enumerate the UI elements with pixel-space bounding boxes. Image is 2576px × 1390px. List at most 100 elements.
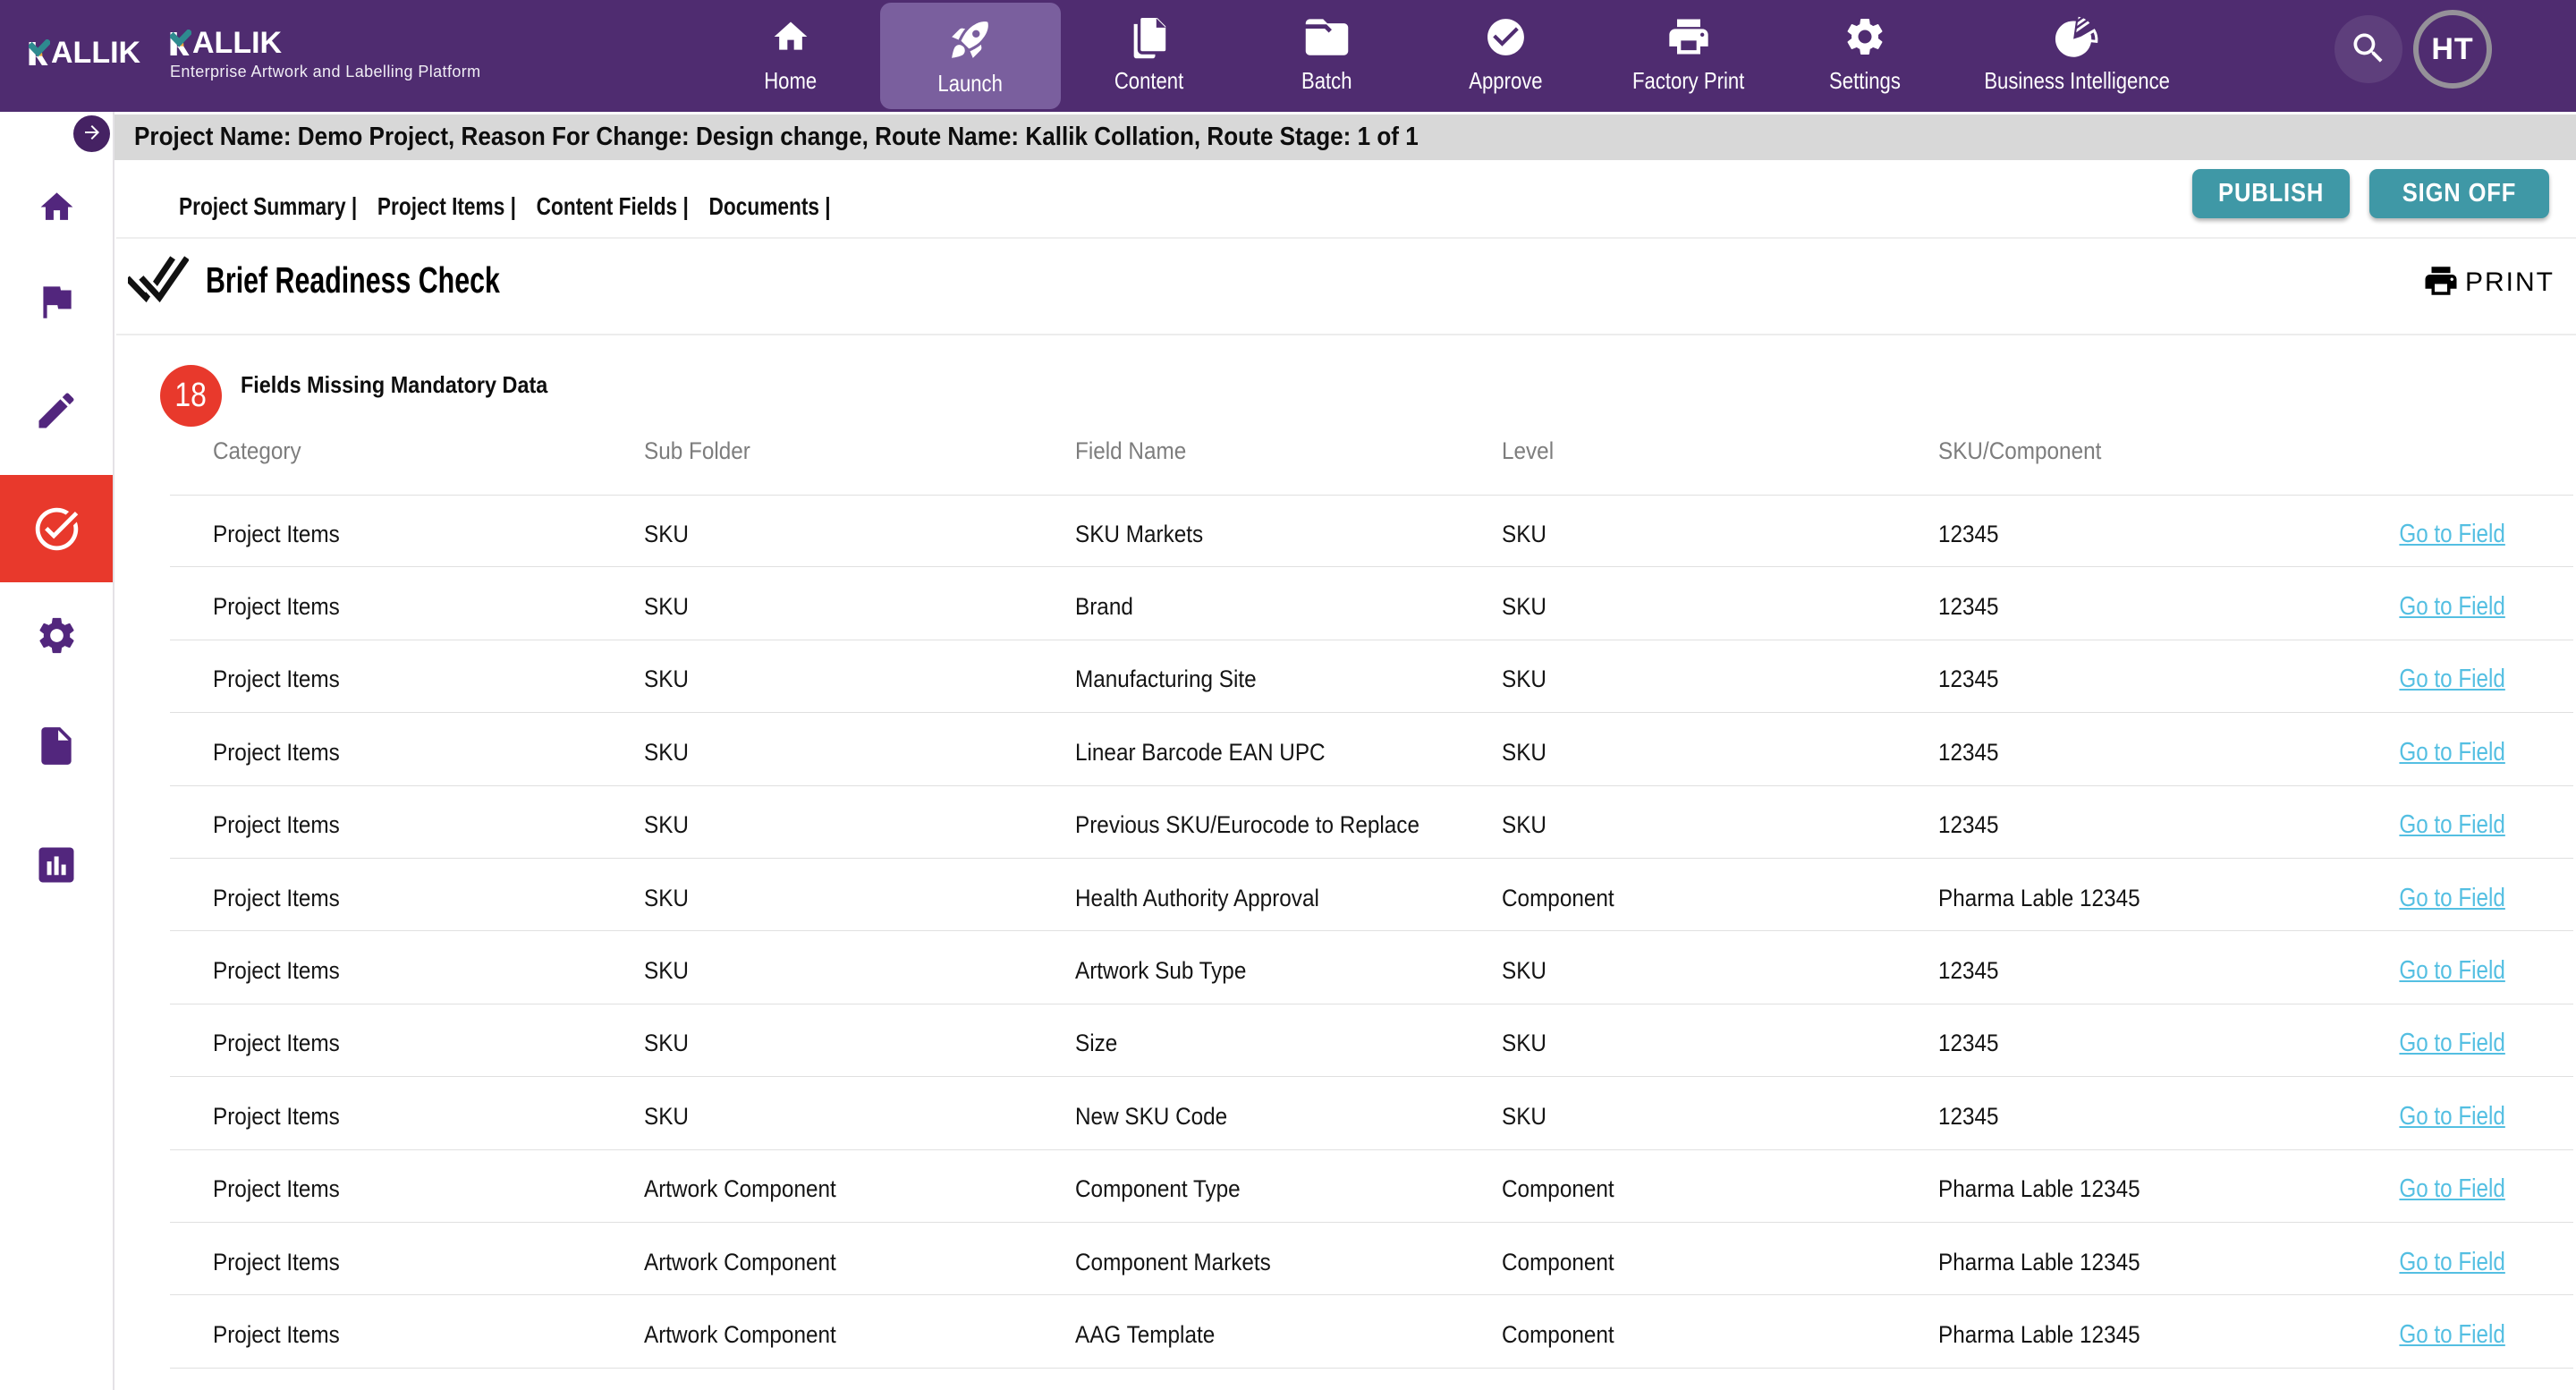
column-header-category: Category bbox=[213, 437, 601, 465]
tab-content-fields[interactable]: Content Fields | bbox=[537, 192, 689, 221]
sidebar-item-reports[interactable] bbox=[0, 811, 113, 919]
table-header-row: CategorySub FolderField NameLevelSKU/Com… bbox=[170, 428, 2573, 473]
kallik-logo-text: ALLIK bbox=[192, 30, 282, 56]
go-to-field-link[interactable]: Go to Field bbox=[2400, 1029, 2505, 1058]
cell-field-name: Component Type bbox=[1075, 1175, 1459, 1203]
sidebar-item-settings[interactable] bbox=[0, 581, 113, 689]
nav-item-approve[interactable]: Approve bbox=[1415, 0, 1596, 112]
nav-item-batch[interactable]: Batch bbox=[1238, 0, 1415, 112]
column-header-sub-folder: Sub Folder bbox=[644, 437, 1032, 465]
pie-chart-icon bbox=[2054, 13, 2100, 60]
go-to-field-link[interactable]: Go to Field bbox=[2400, 520, 2505, 549]
cell-category: Project Items bbox=[213, 811, 601, 839]
folder-icon bbox=[1301, 13, 1352, 60]
table-row: Project ItemsSKUHealth Authority Approva… bbox=[170, 859, 2573, 931]
summary-label: Fields Missing Mandatory Data bbox=[241, 371, 547, 399]
sidebar-item-documents[interactable] bbox=[0, 692, 113, 800]
column-header-sku-component: SKU/Component bbox=[1938, 437, 2449, 465]
tabs: Project Summary | Project Items | Content … bbox=[179, 168, 831, 245]
nav-item-launch[interactable]: Launch bbox=[880, 3, 1061, 109]
nav-item-label: Launch bbox=[938, 70, 1004, 97]
nav-item-content[interactable]: Content bbox=[1061, 0, 1238, 112]
cell-sub-folder: Artwork Component bbox=[644, 1249, 1032, 1276]
cell-sku-component: Pharma Lable 12345 bbox=[1938, 1175, 2334, 1203]
column-header-level: Level bbox=[1502, 437, 1894, 465]
sign-off-button[interactable]: SIGN OFF bbox=[2369, 169, 2549, 218]
gear-icon bbox=[35, 614, 79, 657]
cell-sku-component: 12345 bbox=[1938, 665, 2334, 693]
kallik-logo[interactable]: ALLIK bbox=[29, 39, 140, 66]
cell-sku-component: 12345 bbox=[1938, 1103, 2334, 1131]
cell-field-name: Previous SKU/Eurocode to Replace bbox=[1075, 811, 1459, 839]
main-content: Project Summary | Project Items | Content … bbox=[116, 160, 2576, 1390]
nav-item-settings[interactable]: Settings bbox=[1782, 0, 1948, 112]
nav-item-home[interactable]: Home bbox=[701, 0, 880, 112]
go-to-field-link[interactable]: Go to Field bbox=[2400, 1248, 2505, 1277]
go-to-field-link[interactable]: Go to Field bbox=[2400, 665, 2505, 694]
nav-item-label: Business Intelligence bbox=[1984, 67, 2170, 95]
cell-sku-component: 12345 bbox=[1938, 739, 2334, 767]
cell-field-name: Brand bbox=[1075, 593, 1459, 621]
sidebar-item-home[interactable] bbox=[0, 153, 113, 260]
cell-sub-folder: SKU bbox=[644, 521, 1032, 548]
tab-project-items[interactable]: Project Items | bbox=[377, 192, 516, 221]
cell-level: SKU bbox=[1502, 521, 1894, 548]
nav-item-factory-print[interactable]: Factory Print bbox=[1596, 0, 1782, 112]
cell-sub-folder: SKU bbox=[644, 885, 1032, 912]
publish-button[interactable]: PUBLISH bbox=[2192, 169, 2350, 218]
cell-sub-folder: SKU bbox=[644, 739, 1032, 767]
table-row: Project ItemsArtwork ComponentAAG Templa… bbox=[170, 1295, 2573, 1368]
cell-sku-component: 12345 bbox=[1938, 593, 2334, 621]
tab-project-summary[interactable]: Project Summary | bbox=[179, 192, 357, 221]
go-to-field-link[interactable]: Go to Field bbox=[2400, 1174, 2505, 1204]
go-to-field-link[interactable]: Go to Field bbox=[2400, 1102, 2505, 1131]
go-to-field-link[interactable]: Go to Field bbox=[2400, 956, 2505, 986]
table-row: Project ItemsSKUSizeSKU12345Go to Field bbox=[170, 1004, 2573, 1077]
app-root: ALLIK ALLIK Enterprise Artwork and Label… bbox=[0, 0, 2576, 1390]
cell-field-name: AAG Template bbox=[1075, 1321, 1459, 1349]
go-to-field-link[interactable]: Go to Field bbox=[2400, 592, 2505, 622]
go-to-field-link[interactable]: Go to Field bbox=[2400, 810, 2505, 840]
table-row: Project ItemsSKUNew SKU CodeSKU12345Go t… bbox=[170, 1077, 2573, 1149]
sidebar-item-flag[interactable] bbox=[0, 248, 113, 355]
table-row: Project ItemsArtwork ComponentComponent … bbox=[170, 1223, 2573, 1295]
count-badge: 18 bbox=[160, 365, 222, 427]
document-icon bbox=[34, 724, 79, 768]
sidebar-expand-button[interactable] bbox=[73, 115, 110, 152]
go-to-field-link[interactable]: Go to Field bbox=[2400, 738, 2505, 767]
project-info-bar: Project Name: Demo Project, Reason For C… bbox=[114, 114, 2576, 160]
cell-sku-component: Pharma Lable 12345 bbox=[1938, 1321, 2334, 1349]
nav-item-label: Content bbox=[1114, 67, 1183, 95]
cell-category: Project Items bbox=[213, 1249, 601, 1276]
kallik-platform-logo[interactable]: ALLIK Enterprise Artwork and Labelling P… bbox=[170, 30, 481, 81]
home-icon bbox=[38, 188, 76, 226]
cell-level: Component bbox=[1502, 885, 1894, 912]
search-button[interactable] bbox=[2334, 15, 2402, 83]
cell-category: Project Items bbox=[213, 957, 601, 985]
cell-level: Component bbox=[1502, 1175, 1894, 1203]
go-to-field-link[interactable]: Go to Field bbox=[2400, 884, 2505, 913]
cell-field-name: Size bbox=[1075, 1030, 1459, 1057]
tab-documents[interactable]: Documents | bbox=[708, 192, 830, 221]
section-header: Brief Readiness Check PRINT bbox=[116, 239, 2576, 335]
table-row: Project ItemsSKUArtwork Sub TypeSKU12345… bbox=[170, 931, 2573, 1004]
go-to-field-link[interactable]: Go to Field bbox=[2400, 1320, 2505, 1350]
kallik-logo-text: ALLIK bbox=[51, 39, 140, 66]
sidebar-item-readiness-check[interactable] bbox=[0, 475, 113, 582]
task-check-icon bbox=[31, 504, 82, 555]
sidebar-item-edit[interactable] bbox=[0, 357, 113, 464]
cell-sub-folder: SKU bbox=[644, 593, 1032, 621]
printer-icon bbox=[2422, 262, 2460, 302]
print-button[interactable]: PRINT bbox=[2422, 262, 2555, 302]
avatar[interactable]: HT bbox=[2413, 10, 2492, 89]
cell-sub-folder: SKU bbox=[644, 811, 1032, 839]
table-body: Project ItemsSKUSKU MarketsSKU12345Go to… bbox=[170, 495, 2573, 1369]
cell-category: Project Items bbox=[213, 739, 601, 767]
kallik-k-icon bbox=[29, 39, 50, 66]
nav-item-label: Approve bbox=[1469, 67, 1542, 95]
gear-icon bbox=[1843, 13, 1887, 60]
nav-item-business-intelligence[interactable]: Business Intelligence bbox=[1948, 0, 2206, 112]
cell-sku-component: 12345 bbox=[1938, 1030, 2334, 1057]
cell-sub-folder: SKU bbox=[644, 957, 1032, 985]
cell-level: SKU bbox=[1502, 957, 1894, 985]
